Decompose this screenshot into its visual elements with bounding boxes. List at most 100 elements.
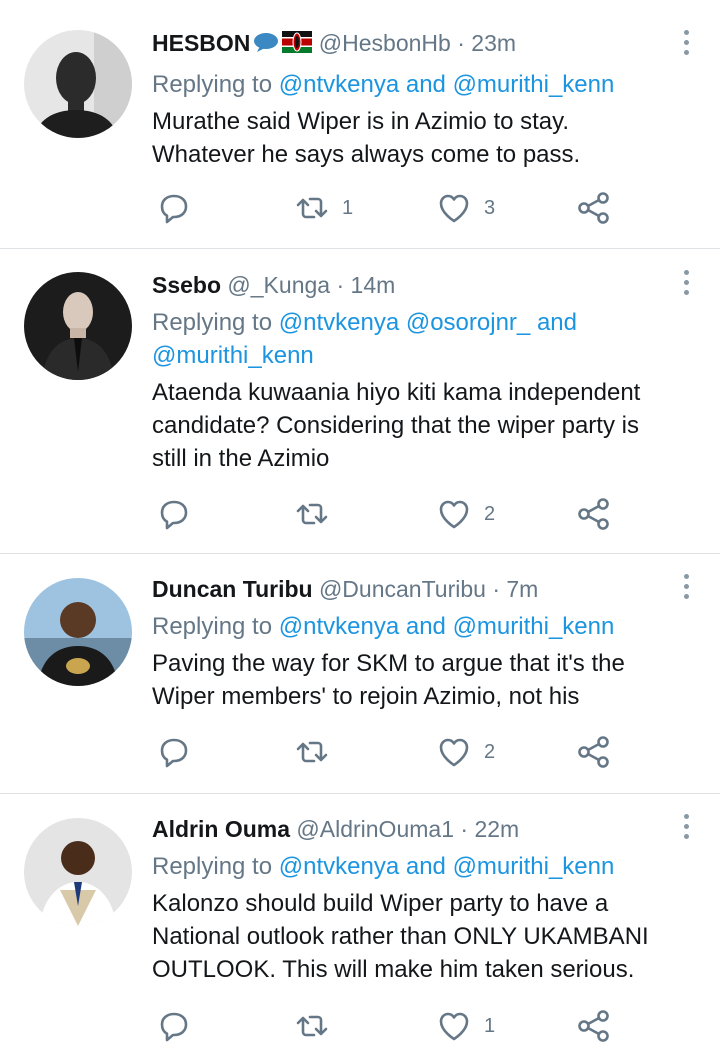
reply-button[interactable] — [156, 494, 192, 534]
share-button[interactable] — [576, 732, 612, 772]
reply-context: Replying to @ntvkenya and @murithi_kenn — [152, 610, 660, 643]
retweet-count: 1 — [342, 196, 354, 219]
tweet-text-line: Whatever he says always come to pass. — [152, 140, 581, 168]
reply-and: and — [405, 853, 446, 880]
timestamp[interactable]: 7m — [506, 576, 538, 602]
retweet-icon — [294, 1008, 330, 1044]
retweet-icon — [294, 734, 330, 770]
like-count: 1 — [484, 1014, 496, 1037]
tweet-header: HESBON @HesbonHb · 23m — [152, 28, 660, 60]
avatar[interactable] — [24, 272, 132, 380]
tweet[interactable]: HESBON @HesbonHb · 23m Replying to @ntvk… — [0, 0, 720, 249]
timestamp[interactable]: 23m — [471, 30, 516, 56]
more-options-icon[interactable] — [682, 574, 690, 599]
retweet-button[interactable] — [294, 1006, 342, 1046]
reply-and: and — [405, 613, 446, 640]
reply-button[interactable] — [156, 188, 192, 228]
author-name[interactable]: Duncan Turibu — [152, 576, 313, 602]
more-options-icon[interactable] — [682, 30, 690, 55]
reply-prefix: Replying to — [152, 70, 273, 98]
reply-context: Replying to @ntvkenya and @murithi_kenn — [152, 850, 660, 883]
separator-dot: · — [460, 816, 469, 842]
like-button[interactable]: 2 — [436, 732, 495, 772]
author-handle[interactable]: @_Kunga — [227, 272, 330, 298]
retweet-button[interactable] — [294, 732, 342, 772]
like-icon — [436, 1008, 472, 1044]
tweet[interactable]: Ssebo @_Kunga · 14m Replying to @ntvkeny… — [0, 249, 720, 554]
share-button[interactable] — [576, 494, 612, 534]
tweet-text-line: Ataenda kuwaania hiyo kiti kama independ… — [152, 379, 641, 406]
like-count: 2 — [484, 502, 496, 525]
tweet-header: Duncan Turibu @DuncanTuribu · 7m — [152, 574, 660, 604]
reply-and: and — [405, 70, 446, 98]
mention-link[interactable]: @murithi_kenn — [152, 342, 314, 369]
mention-link[interactable]: @murithi_kenn — [453, 613, 615, 640]
retweet-icon — [294, 496, 330, 532]
share-icon — [576, 496, 612, 532]
author-name[interactable]: HESBON — [152, 30, 250, 56]
reply-icon — [156, 734, 192, 770]
like-icon — [436, 734, 472, 770]
kenya-flag-emoji — [282, 30, 313, 60]
mention-link[interactable]: @ntvkenya — [279, 309, 399, 336]
author-handle[interactable]: @HesbonHb — [319, 30, 451, 56]
mention-link[interactable]: @murithi_kenn — [453, 853, 615, 880]
reply-prefix: Replying to — [152, 853, 273, 880]
tweet-text-line: still in the Azimio — [152, 445, 330, 472]
mention-link[interactable]: @osorojnr_ — [406, 309, 530, 336]
more-options-icon[interactable] — [682, 814, 690, 839]
mention-link[interactable]: @murithi_kenn — [453, 71, 615, 98]
tweet-header: Ssebo @_Kunga · 14m — [152, 270, 660, 300]
more-options-icon[interactable] — [682, 270, 690, 295]
reply-icon — [156, 1008, 192, 1044]
like-button[interactable]: 2 — [436, 494, 495, 534]
retweet-button[interactable]: 1 — [294, 188, 353, 228]
like-count: 2 — [484, 740, 496, 763]
tweet-text-line: OUTLOOK. This will make him taken seriou… — [152, 956, 635, 983]
tweet-text: Kalonzo should build Wiper party to have… — [152, 887, 660, 986]
tweet-text: Murathe said Wiper is in Azimio to stay.… — [152, 105, 660, 171]
like-button[interactable]: 3 — [436, 188, 495, 228]
separator-dot: · — [336, 272, 345, 298]
timestamp[interactable]: 14m — [351, 272, 396, 298]
avatar[interactable] — [24, 30, 132, 138]
retweet-button[interactable] — [294, 494, 342, 534]
like-count: 3 — [484, 196, 496, 219]
tweet-text-line: candidate? Considering that the wiper pa… — [152, 412, 639, 439]
reply-and: and — [536, 309, 577, 336]
tweet-feed: HESBON @HesbonHb · 23m Replying to @ntvk… — [0, 0, 720, 1050]
action-bar: 1 — [152, 1006, 622, 1046]
tweet[interactable]: Duncan Turibu @DuncanTuribu · 7m Replyin… — [0, 554, 720, 794]
tweet-text-line: Paving the way for SKM to argue that it'… — [152, 650, 625, 677]
share-button[interactable] — [576, 188, 612, 228]
like-icon — [436, 496, 472, 532]
action-bar: 2 — [152, 494, 622, 534]
author-name[interactable]: Aldrin Ouma — [152, 816, 290, 842]
avatar[interactable] — [24, 818, 132, 926]
share-button[interactable] — [576, 1006, 612, 1046]
author-handle[interactable]: @AldrinOuma1 — [296, 816, 454, 842]
like-icon — [436, 190, 472, 226]
reply-prefix: Replying to — [152, 309, 273, 336]
mention-link[interactable]: @ntvkenya — [279, 613, 399, 640]
reply-prefix: Replying to — [152, 613, 273, 640]
retweet-icon — [294, 190, 330, 226]
timestamp[interactable]: 22m — [474, 816, 519, 842]
reply-button[interactable] — [156, 732, 192, 772]
like-button[interactable]: 1 — [436, 1006, 495, 1046]
reply-context: Replying to @ntvkenya and @murithi_kenn — [152, 68, 660, 101]
separator-dot: · — [492, 576, 500, 602]
action-bar: 2 — [152, 732, 622, 772]
mention-link[interactable]: @ntvkenya — [279, 71, 399, 98]
reply-button[interactable] — [156, 1006, 192, 1046]
tweet-text-line: Kalonzo should build Wiper party to have… — [152, 890, 609, 917]
share-icon — [576, 190, 612, 226]
tweet-text: Paving the way for SKM to argue that it'… — [152, 647, 660, 713]
author-name[interactable]: Ssebo — [152, 272, 221, 298]
share-icon — [576, 734, 612, 770]
tweet-text-line: Murathe said Wiper is in Azimio to stay. — [152, 107, 570, 135]
author-handle[interactable]: @DuncanTuribu — [319, 576, 486, 602]
avatar[interactable] — [24, 578, 132, 686]
mention-link[interactable]: @ntvkenya — [279, 853, 399, 880]
tweet[interactable]: Aldrin Ouma @AldrinOuma1 · 22m Replying … — [0, 794, 720, 1050]
